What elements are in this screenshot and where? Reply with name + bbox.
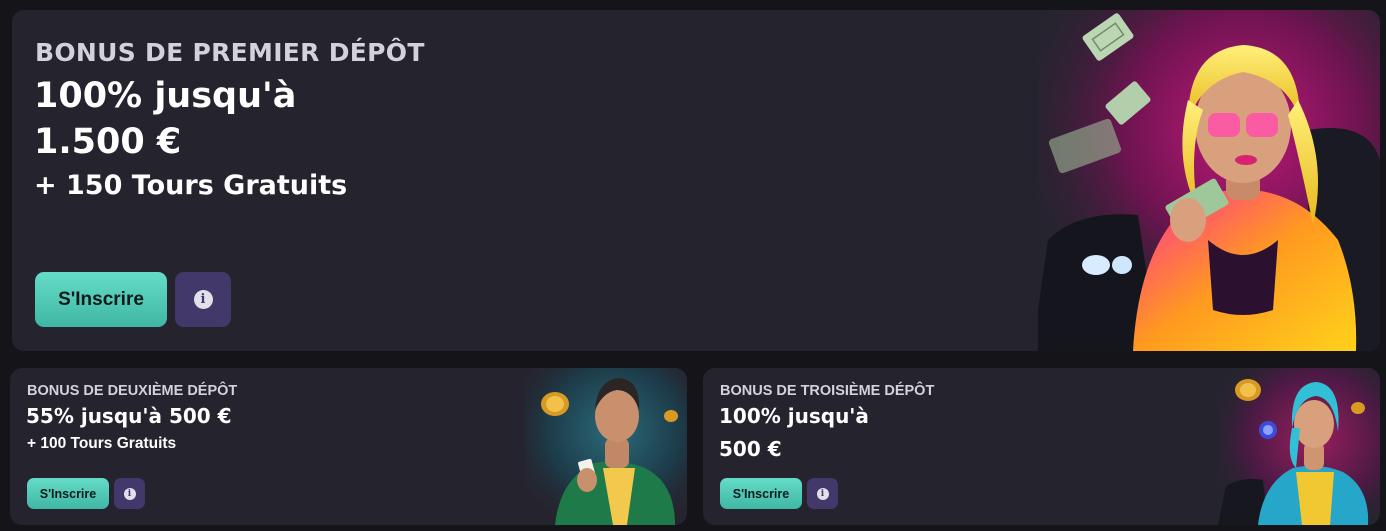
first-deposit-percentage: 100% jusqu'à bbox=[34, 76, 297, 116]
first-deposit-title: BONUS DE PREMIER DÉPÔT bbox=[35, 38, 425, 67]
man-illustration bbox=[525, 368, 687, 525]
third-deposit-signup-button[interactable]: S'Inscrire bbox=[720, 478, 802, 509]
second-deposit-signup-button[interactable]: S'Inscrire bbox=[27, 478, 109, 509]
coin-icon bbox=[664, 410, 678, 422]
third-deposit-percentage: 100% jusqu'à bbox=[719, 404, 869, 428]
info-icon: i bbox=[816, 487, 829, 500]
second-deposit-info-button[interactable]: i bbox=[114, 478, 145, 509]
coin-icon bbox=[1259, 421, 1277, 439]
third-deposit-info-button[interactable]: i bbox=[807, 478, 838, 509]
first-deposit-free-spins: + 150 Tours Gratuits bbox=[34, 170, 348, 201]
second-deposit-percentage: 55% jusqu'à 500 € bbox=[26, 404, 232, 428]
info-icon: i bbox=[123, 487, 136, 500]
info-icon: i bbox=[193, 290, 213, 309]
first-deposit-bonus-card: BONUS DE PREMIER DÉPÔT 100% jusqu'à 1.50… bbox=[12, 10, 1380, 351]
woman-illustration bbox=[1218, 368, 1380, 525]
coin-icon bbox=[1235, 379, 1261, 401]
first-deposit-info-button[interactable]: i bbox=[175, 272, 231, 327]
third-deposit-amount: 500 € bbox=[719, 437, 782, 461]
second-deposit-bonus-card: BONUS DE DEUXIÈME DÉPÔT 55% jusqu'à 500 … bbox=[10, 368, 687, 525]
first-deposit-signup-button[interactable]: S'Inscrire bbox=[35, 272, 167, 327]
first-deposit-amount: 1.500 € bbox=[34, 122, 182, 162]
second-deposit-title: BONUS DE DEUXIÈME DÉPÔT bbox=[27, 383, 238, 399]
second-deposit-free-spins: + 100 Tours Gratuits bbox=[27, 435, 177, 452]
third-deposit-title: BONUS DE TROISIÈME DÉPÔT bbox=[720, 383, 935, 399]
coin-icon bbox=[1351, 402, 1365, 414]
third-deposit-bonus-card: BONUS DE TROISIÈME DÉPÔT 100% jusqu'à 50… bbox=[703, 368, 1380, 525]
hero-illustration bbox=[1038, 10, 1380, 351]
coin-icon bbox=[541, 392, 569, 416]
